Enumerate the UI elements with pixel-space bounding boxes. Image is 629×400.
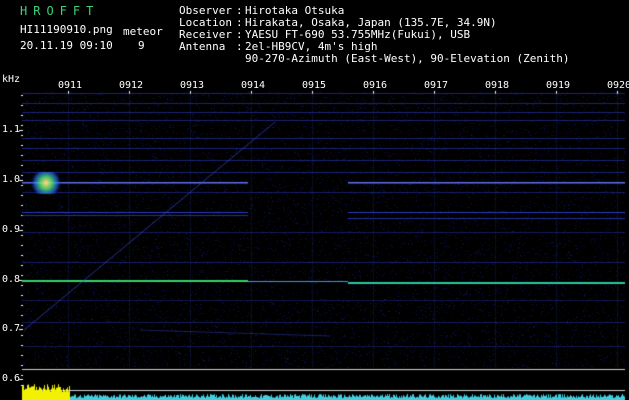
y-tick-label: 0.7 (2, 323, 21, 334)
x-tick-label: 0914 (241, 80, 266, 91)
file-datetime: 20.11.19 09:10 (20, 39, 113, 52)
detection-label: meteor (123, 25, 163, 38)
y-tick-label: 0.9 (2, 224, 21, 235)
x-tick-label: 0916 (363, 80, 388, 91)
y-tick-label: 1.1 (2, 124, 21, 135)
y-tick-label: 1.0 (2, 174, 21, 185)
x-tick-label: 0915 (302, 80, 327, 91)
antenna-label: Antenna (179, 40, 226, 53)
antenna-value-2: 90-270-Azimuth (East-West), 90-Elevation… (245, 52, 570, 65)
x-tick-label: 0911 (58, 80, 83, 91)
x-tick-label: 0920 (607, 80, 629, 91)
y-axis-unit: kHz (2, 74, 21, 85)
detection-count: 9 (138, 39, 145, 52)
x-tick-label: 0917 (424, 80, 449, 91)
x-tick-label: 0919 (546, 80, 571, 91)
file-name: HI11190910.png (20, 23, 113, 36)
y-tick-label: 0.8 (2, 274, 21, 285)
x-tick-label: 0913 (180, 80, 205, 91)
x-tick-label: 0912 (119, 80, 144, 91)
y-tick-label: 0.6 (2, 373, 21, 384)
app-title: HROFFT (20, 4, 100, 18)
x-tick-label: 0918 (485, 80, 510, 91)
